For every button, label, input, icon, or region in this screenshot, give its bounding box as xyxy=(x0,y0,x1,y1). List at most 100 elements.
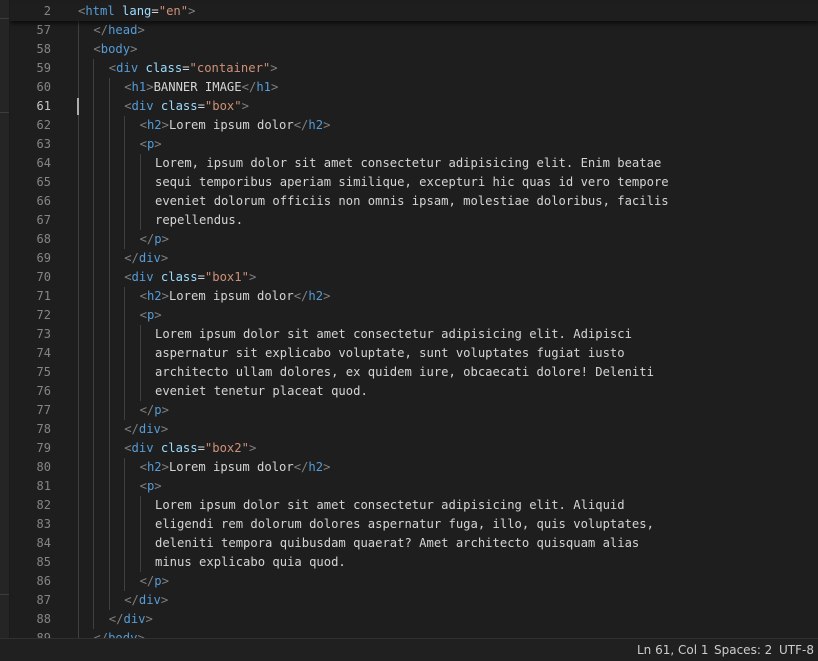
line-number: 81 xyxy=(36,479,51,493)
bracket-token: </ xyxy=(124,593,139,607)
text-token: = xyxy=(197,99,205,113)
bracket-token: > xyxy=(161,574,169,588)
attribute-token: class xyxy=(160,441,198,455)
code-line[interactable]: 75 architecto ullam dolores, ex quidem iu… xyxy=(10,363,818,382)
code-text: <div class="box1"> xyxy=(124,268,256,287)
code-line[interactable]: 58 <body> xyxy=(10,40,818,59)
code-text: repellendus. xyxy=(155,211,243,230)
line-number: 59 xyxy=(36,61,51,75)
text-token: architecto ullam dolores, ex quidem iure… xyxy=(155,365,654,379)
attribute-token: class xyxy=(160,99,198,113)
code-text: <div class="box"> xyxy=(124,97,249,116)
code-line[interactable]: 85 minus explicabo quia quod. xyxy=(10,553,818,572)
code-line[interactable]: 76 eveniet tenetur placeat quod. xyxy=(10,382,818,401)
code-line[interactable]: 74 aspernatur sit explicabo voluptate, su… xyxy=(10,344,818,363)
encoding-indicator[interactable]: UTF-8 xyxy=(779,639,814,661)
bracket-token: > xyxy=(154,137,162,151)
code-line[interactable]: 69 </div> xyxy=(10,249,818,268)
tag-token: h2 xyxy=(308,118,324,132)
text-token: Lorem ipsum dolor xyxy=(168,118,294,132)
text-token: eveniet tenetur placeat quod. xyxy=(155,384,368,398)
text-token: Lorem ipsum dolor sit amet consectetur a… xyxy=(155,327,632,341)
tag-token: div xyxy=(138,422,161,436)
code-line[interactable]: 89 </body> xyxy=(10,629,818,638)
code-line[interactable]: 87 </div> xyxy=(10,591,818,610)
code-text: <p> xyxy=(140,135,162,154)
bracket-token: </ xyxy=(93,23,109,37)
code-line[interactable]: 86 </p> xyxy=(10,572,818,591)
code-line[interactable]: 65 sequi temporibus aperiam similique, ex… xyxy=(10,173,818,192)
code-line[interactable]: 62 <h2>Lorem ipsum dolor</h2> xyxy=(10,116,818,135)
code-text: <h2>Lorem ipsum dolor</h2> xyxy=(140,287,331,306)
indent-guide xyxy=(139,325,141,401)
line-number: 79 xyxy=(36,441,51,455)
text-token: sequi temporibus aperiam similique, exce… xyxy=(155,175,669,189)
code-line[interactable]: 84 deleniti tempora quibusdam quaerat? Am… xyxy=(10,534,818,553)
tag-token: div xyxy=(116,61,139,75)
bracket-token: </ xyxy=(139,403,155,417)
bracket-token: > xyxy=(130,42,138,56)
code-line[interactable]: 73 Lorem ipsum dolor sit amet consectetur… xyxy=(10,325,818,344)
code-line[interactable]: 70 <div class="box1"> xyxy=(10,268,818,287)
code-line[interactable]: 66 eveniet dolorum officiis non omnis ips… xyxy=(10,192,818,211)
code-line[interactable]: 60 <h1>BANNER IMAGE</h1> xyxy=(10,78,818,97)
code-line[interactable]: 59 <div class="container"> xyxy=(10,59,818,78)
code-text: Lorem, ipsum dolor sit amet consectetur … xyxy=(155,154,661,173)
tag-token: div xyxy=(131,270,154,284)
bracket-token: </ xyxy=(241,80,257,94)
code-line[interactable]: 71 <h2>Lorem ipsum dolor</h2> xyxy=(10,287,818,306)
text-token: minus explicabo quia quod. xyxy=(155,555,346,569)
code-text: </p> xyxy=(140,572,169,591)
text-token: BANNER IMAGE xyxy=(153,80,242,94)
indentation-indicator[interactable]: Spaces: 2 xyxy=(714,639,772,661)
code-text: eveniet tenetur placeat quod. xyxy=(155,382,368,401)
code-text: <html lang="en"> xyxy=(78,2,195,21)
line-number: 74 xyxy=(36,346,51,360)
code-line[interactable]: 80 <h2>Lorem ipsum dolor</h2> xyxy=(10,458,818,477)
code-line[interactable]: 88 </div> xyxy=(10,610,818,629)
line-number: 57 xyxy=(36,23,51,37)
code-line[interactable]: 78 </div> xyxy=(10,420,818,439)
tag-token: div xyxy=(138,593,161,607)
code-line[interactable]: 68 </p> xyxy=(10,230,818,249)
cursor-position-indicator[interactable]: Ln 61, Col 1 xyxy=(637,639,709,661)
tag-token: h1 xyxy=(131,80,147,94)
bracket-token: > xyxy=(188,4,196,18)
attribute-value-token: "box" xyxy=(204,99,242,113)
text-token: Lorem, ipsum dolor sit amet consectetur … xyxy=(155,156,662,170)
bracket-token: > xyxy=(160,593,169,607)
code-line[interactable]: 61 <div class="box"> xyxy=(10,97,818,116)
line-number: 61 xyxy=(36,99,51,113)
line-number: 70 xyxy=(36,270,51,284)
code-line[interactable]: 63 <p> xyxy=(10,135,818,154)
code-line[interactable]: 79 <div class="box2"> xyxy=(10,439,818,458)
text-token: = xyxy=(151,4,159,18)
code-line[interactable]: 82 Lorem ipsum dolor sit amet consectetur… xyxy=(10,496,818,515)
tag-token: div xyxy=(131,99,154,113)
text-token: eveniet dolorum officiis non omnis ipsam… xyxy=(155,194,669,208)
code-line[interactable]: 64 Lorem, ipsum dolor sit amet consectetu… xyxy=(10,154,818,173)
bracket-token: < xyxy=(124,270,132,284)
code-editor[interactable]: 2 <html lang="en"> 57 </head> 58 <body> 59 <div… xyxy=(10,0,818,638)
code-text: </div> xyxy=(124,249,168,268)
code-line[interactable]: 77 </p> xyxy=(10,401,818,420)
indent-guide xyxy=(124,458,126,591)
activity-bar-divider xyxy=(0,594,9,595)
sticky-scroll-line[interactable]: 2 <html lang="en"> xyxy=(10,2,818,21)
code-line[interactable]: 72 <p> xyxy=(10,306,818,325)
code-line[interactable]: 67 repellendus. xyxy=(10,211,818,230)
code-text: eveniet dolorum officiis non omnis ipsam… xyxy=(155,192,669,211)
line-number: 68 xyxy=(36,232,51,246)
bracket-token: > xyxy=(154,479,162,493)
bracket-token: < xyxy=(124,99,132,113)
code-line[interactable]: 83 eligendi rem dolorum dolores aspernatu… xyxy=(10,515,818,534)
code-line[interactable]: 57 </head> xyxy=(10,21,818,40)
code-text: </p> xyxy=(140,230,169,249)
code-text: </head> xyxy=(93,21,144,40)
tag-token: html xyxy=(85,4,115,18)
code-line[interactable]: 81 <p> xyxy=(10,477,818,496)
code-text: </p> xyxy=(140,401,169,420)
tag-token: h2 xyxy=(146,118,162,132)
text-token: Lorem ipsum dolor xyxy=(168,460,294,474)
indent-guide xyxy=(139,496,141,572)
